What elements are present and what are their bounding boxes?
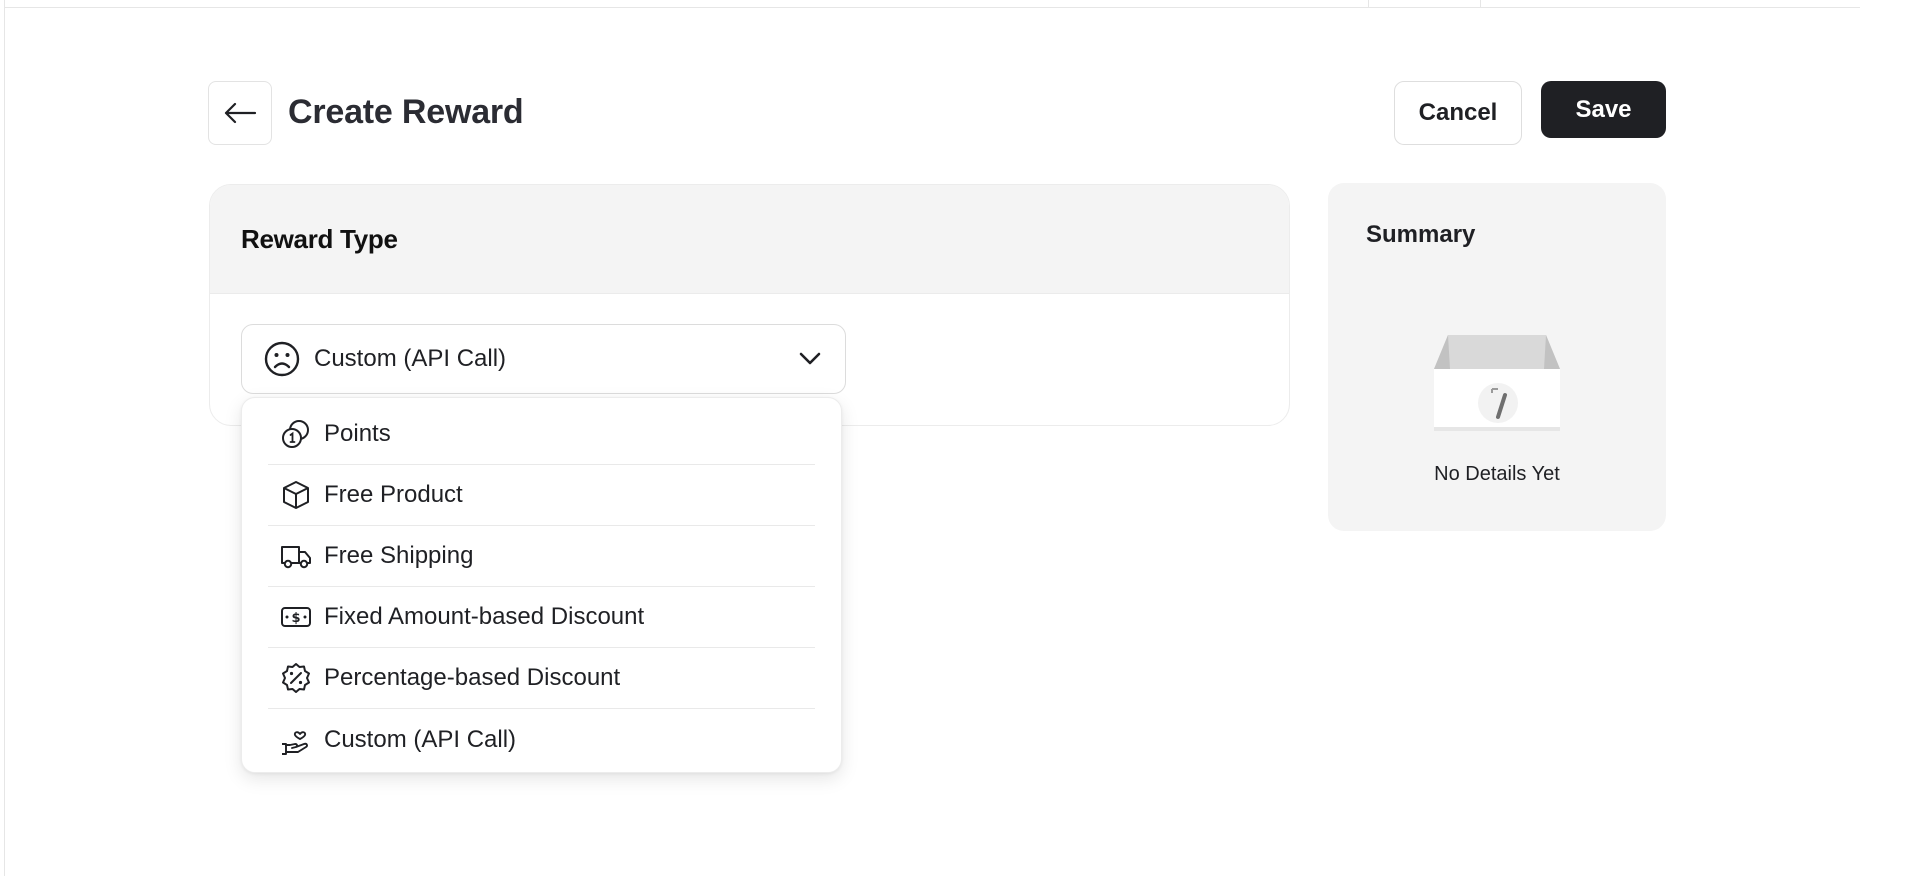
cancel-button[interactable]: Cancel [1394,81,1522,145]
top-bar-divider [1368,0,1369,7]
option-label: Points [324,420,391,447]
arrow-left-icon [224,102,257,124]
top-bar-divider [1480,0,1481,7]
top-bar-border [4,7,1860,8]
option-custom-api-call[interactable]: Custom (API Call) [268,709,815,770]
option-fixed-amount-discount[interactable]: $ Fixed Amount-based Discount [268,587,815,648]
empty-box-illustration [1434,335,1560,431]
reward-type-title: Reward Type [241,223,398,254]
option-label: Free Product [324,481,463,508]
hand-heart-icon [280,724,312,756]
chevron-down-icon [799,352,821,365]
page-left-border [4,0,5,876]
reward-type-card-header: Reward Type [210,185,1289,294]
summary-title: Summary [1366,221,1476,248]
reward-type-selected-label: Custom (API Call) [314,345,507,372]
option-label: Fixed Amount-based Discount [324,603,645,630]
percent-badge-icon [280,662,312,694]
back-button[interactable] [208,81,272,145]
option-free-product[interactable]: Free Product [268,465,815,526]
box-icon [280,479,312,511]
svg-text:$: $ [291,611,300,626]
page-title: Create Reward [288,93,524,131]
option-free-shipping[interactable]: Free Shipping [268,526,815,587]
reward-type-dropdown: Points Free Product Free Shipping $ Fixe… [241,397,842,773]
option-label: Custom (API Call) [324,725,517,753]
option-points[interactable]: Points [268,404,815,465]
coins-icon [280,418,312,450]
truck-icon [280,540,312,572]
option-percentage-discount[interactable]: Percentage-based Discount [268,648,815,709]
banknote-icon: $ [280,601,312,633]
summary-card: Summary No Details Yet [1328,183,1666,531]
option-label: Percentage-based Discount [324,664,621,691]
summary-empty-text: No Details Yet [1434,463,1560,485]
option-label: Free Shipping [324,542,474,569]
frown-face-icon [264,341,300,377]
save-button[interactable]: Save [1541,81,1666,138]
reward-type-select[interactable]: Custom (API Call) [241,324,846,394]
